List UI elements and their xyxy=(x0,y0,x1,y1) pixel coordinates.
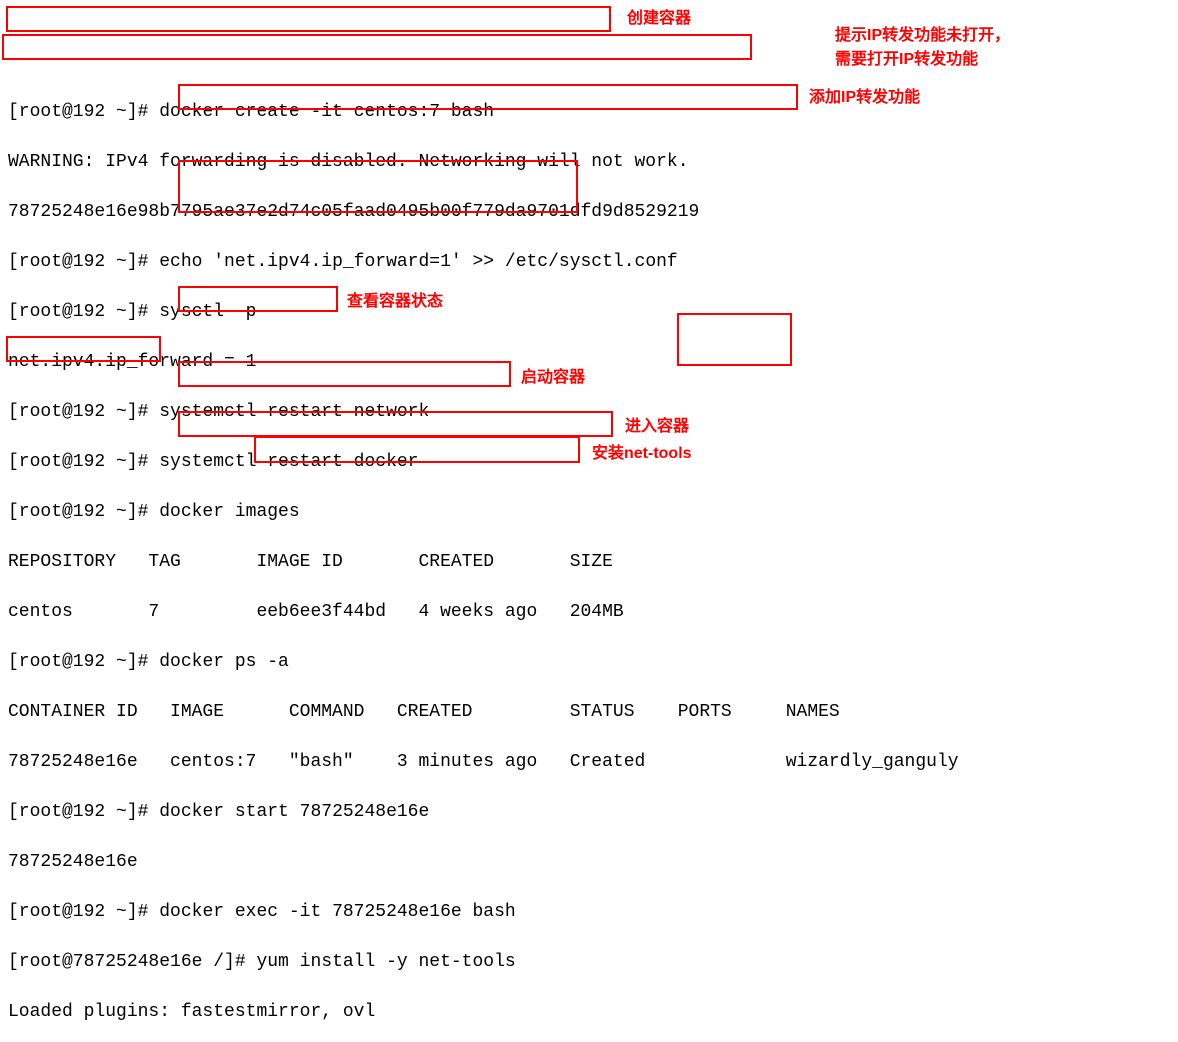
annotation-ipv4-warning-l2: 需要打开IP转发功能 xyxy=(835,47,978,72)
annotation-add-ip-forward: 添加IP转发功能 xyxy=(809,85,920,110)
highlight-box xyxy=(2,34,752,60)
terminal-line-18: Loaded plugins: fastestmirror, ovl xyxy=(0,1000,1178,1025)
output-text: [root@192 ~]# sysctl -p xyxy=(8,302,256,322)
output-text: 78725248e16e98b7795ae37e2d74c05faad0495b… xyxy=(8,202,699,222)
terminal-line-3: [root@192 ~]# echo 'net.ipv4.ip_forward=… xyxy=(0,250,1178,275)
command-text: echo 'net.ipv4.ip_forward=1' >> /etc/sys… xyxy=(159,252,677,272)
command-text: systemctl restart docker xyxy=(159,452,418,472)
annotation-view-status: 查看容器状态 xyxy=(347,289,443,314)
annotation-enter-container: 进入容器 xyxy=(625,414,689,439)
terminal-line-14: [root@192 ~]# docker start 78725248e16e xyxy=(0,800,1178,825)
terminal-line-1: WARNING: IPv4 forwarding is disabled. Ne… xyxy=(0,150,1178,175)
annotation-ipv4-warning-l1: 提示IP转发功能未打开， xyxy=(835,23,1010,48)
output-text: 78725248e16e centos:7 "bash" 3 minutes a… xyxy=(8,752,959,772)
prompt: [root@192 ~]# xyxy=(8,102,159,122)
command-text: docker create -it centos:7 bash xyxy=(159,102,494,122)
terminal-line-9: REPOSITORY TAG IMAGE ID CREATED SIZE xyxy=(0,550,1178,575)
command-text: docker start 78725248e16e xyxy=(159,802,429,822)
terminal-line-4: [root@192 ~]# sysctl -p xyxy=(0,300,1178,325)
highlight-box xyxy=(6,6,611,32)
prompt: [root@192 ~]# xyxy=(8,902,159,922)
terminal-line-10: centos 7 eeb6ee3f44bd 4 weeks ago 204MB xyxy=(0,600,1178,625)
annotation-create-container: 创建容器 xyxy=(627,6,691,31)
output-text: [root@192 ~]# docker images xyxy=(8,502,300,522)
command-text: docker exec -it 78725248e16e bash xyxy=(159,902,515,922)
command-text: docker ps -a xyxy=(159,652,289,672)
command-text: systemctl restart network xyxy=(159,402,429,422)
terminal-line-15: 78725248e16e xyxy=(0,850,1178,875)
output-text: REPOSITORY TAG IMAGE ID CREATED SIZE xyxy=(8,552,613,572)
terminal-line-17: [root@78725248e16e /]# yum install -y ne… xyxy=(0,950,1178,975)
prompt: [root@192 ~]# xyxy=(8,252,159,272)
terminal-line-12: CONTAINER ID IMAGE COMMAND CREATED STATU… xyxy=(0,700,1178,725)
prompt: [root@78725248e16e /]# xyxy=(8,952,256,972)
prompt: [root@192 ~]# xyxy=(8,402,159,422)
output-text: CONTAINER ID IMAGE COMMAND CREATED STATU… xyxy=(8,702,840,722)
prompt: [root@192 ~]# xyxy=(8,652,159,672)
terminal-line-13: 78725248e16e centos:7 "bash" 3 minutes a… xyxy=(0,750,1178,775)
terminal-line-11: [root@192 ~]# docker ps -a xyxy=(0,650,1178,675)
prompt: [root@192 ~]# xyxy=(8,802,159,822)
terminal-line-8: [root@192 ~]# docker images xyxy=(0,500,1178,525)
output-text: centos 7 eeb6ee3f44bd 4 weeks ago 204MB xyxy=(8,602,624,622)
annotation-start-container: 启动容器 xyxy=(521,365,585,390)
prompt: [root@192 ~]# xyxy=(8,452,159,472)
terminal-line-2: 78725248e16e98b7795ae37e2d74c05faad0495b… xyxy=(0,200,1178,225)
terminal-line-7: [root@192 ~]# systemctl restart docker xyxy=(0,450,1178,475)
terminal-line-6: [root@192 ~]# systemctl restart network xyxy=(0,400,1178,425)
terminal-line-0: [root@192 ~]# docker create -it centos:7… xyxy=(0,100,1178,125)
command-text: yum install -y net-tools xyxy=(256,952,515,972)
output-text: Loaded plugins: fastestmirror, ovl xyxy=(8,1002,375,1022)
output-text: net.ipv4.ip_forward = 1 xyxy=(8,352,256,372)
output-text: 78725248e16e xyxy=(8,852,138,872)
output-text: WARNING: IPv4 forwarding is disabled. Ne… xyxy=(8,152,689,172)
annotation-install-nettools: 安装net-tools xyxy=(592,441,692,466)
terminal-line-16: [root@192 ~]# docker exec -it 78725248e1… xyxy=(0,900,1178,925)
terminal-line-5: net.ipv4.ip_forward = 1 xyxy=(0,350,1178,375)
